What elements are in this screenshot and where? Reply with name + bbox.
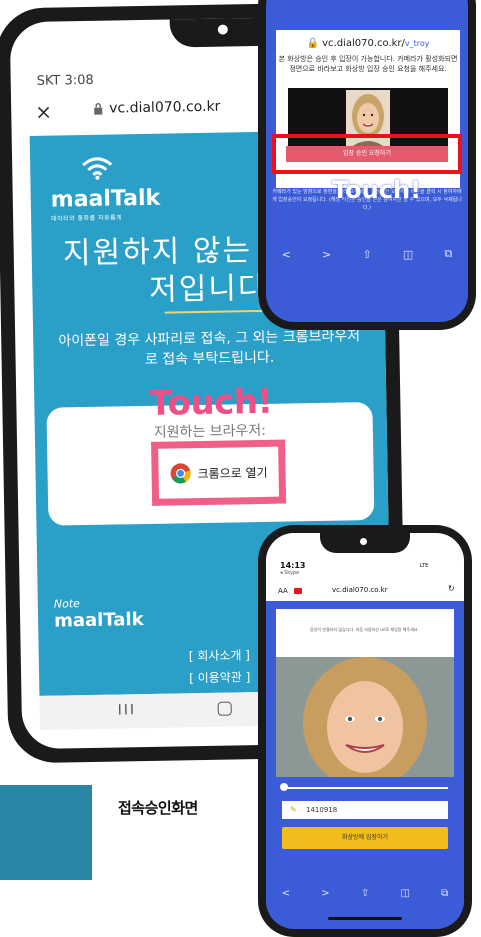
reload-icon[interactable]: ↻ (448, 584, 455, 593)
iphone-request-phone: 🔒 vc.dial070.co.kr/v_troy 본 화상방은 승인 후 입장… (258, 0, 476, 330)
enter-room-button[interactable]: 화상방에 입장하기 (282, 827, 448, 849)
status-bar-time: SKT 3:08 (36, 72, 94, 89)
wifi-icon (82, 157, 113, 180)
company-intro-link[interactable]: [ 회사소개 ] (189, 644, 251, 667)
home-indicator (328, 917, 402, 920)
lock-icon (94, 103, 103, 115)
iphone-instruction: 아이폰일 경우 사파리로 접속, 그 외는 크롬브라우저 로 접속 부탁드립니다… (13, 325, 392, 372)
decorative-block (0, 785, 92, 880)
tabs-icon[interactable]: ⧉ (444, 247, 452, 261)
iphone-notch (320, 533, 410, 553)
footer-brand: maalTalk (53, 609, 144, 632)
camera-recording-icon (294, 588, 302, 594)
iphone-request-screen: 🔒 vc.dial070.co.kr/v_troy 본 화상방은 승인 후 입장… (266, 0, 468, 322)
volume-slider-knob[interactable] (280, 783, 288, 791)
logo-brand: maalTalk (50, 185, 161, 213)
logo-subtitle: 데이터와 통화를 자유롭게 (51, 214, 123, 223)
forward-icon[interactable]: > (322, 248, 331, 261)
note-maaltalk-logo: Note maalTalk (53, 596, 144, 632)
text-size-button[interactable]: AA (278, 587, 288, 595)
back-icon[interactable]: < (282, 248, 291, 261)
room-code-field[interactable]: ✎ 1410918 (282, 801, 448, 819)
divider (164, 309, 265, 314)
iphone-approved-screen: 14:13 ◂ Skype LTE AA vc.dial070.co.kr ↻ … (266, 533, 464, 929)
room-url-host: vc.dial070.co.kr/ (322, 38, 405, 49)
maaltalk-logo: maalTalk 데이터와 통화를 자유롭게 (50, 154, 161, 223)
back-icon[interactable]: < (282, 888, 290, 899)
safari-header: 14:13 ◂ Skype LTE AA vc.dial070.co.kr ↻ (266, 533, 464, 601)
volume-slider-track[interactable] (282, 787, 448, 789)
recent-apps-icon[interactable]: III (118, 702, 137, 718)
close-icon[interactable]: × (35, 100, 52, 124)
status-bar-time: 14:13 (280, 561, 306, 570)
approval-screen-caption: 접속승인화면 (118, 799, 198, 817)
share-icon[interactable]: ⇧ (362, 248, 371, 261)
room-url-path: v_troy (404, 39, 430, 48)
safari-toolbar: < > ⇧ ◫ ⧉ (266, 240, 468, 268)
iphone-approved-phone: 14:13 ◂ Skype LTE AA vc.dial070.co.kr ↻ … (258, 525, 472, 937)
chrome-icon (170, 463, 191, 484)
open-in-chrome-label: 크롬으로 열기 (197, 465, 268, 481)
camera-icon (360, 538, 367, 545)
open-in-chrome-button[interactable]: 크롬으로 열기 (151, 439, 287, 506)
back-to-skype-link[interactable]: ◂ Skype (280, 570, 299, 576)
camera-video-feed (276, 657, 454, 777)
request-approval-button[interactable]: 입장 승인 요청하기 (286, 146, 448, 162)
share-icon[interactable]: ⇧ (361, 888, 369, 899)
touch-callout: Touch! (332, 176, 422, 204)
touch-callout: Touch! (149, 381, 273, 424)
page: SKT 3:08 × vc.dial070.co.kr maalTalk 데이터… (0, 0, 481, 937)
signal-indicator: LTE (420, 563, 429, 569)
request-highlight-box: 입장 승인 요청하기 (272, 134, 462, 174)
approval-message: 본 화상방은 승인 후 입장이 가능합니다. 카메라가 활성화되면 정면으로 바… (278, 55, 458, 73)
room-url: 🔒 vc.dial070.co.kr/v_troy (276, 38, 460, 49)
url-text[interactable]: vc.dial070.co.kr (332, 586, 388, 594)
bookmarks-icon[interactable]: ◫ (403, 248, 413, 261)
bookmarks-icon[interactable]: ◫ (400, 888, 409, 899)
message-box: 음성이 연결하지 않습니다. 처음 사용하신 url로 재입장 해주세요. (276, 609, 454, 657)
url-text[interactable]: vc.dial070.co.kr (109, 99, 220, 117)
lock-icon: 🔒 (306, 38, 319, 49)
terms-link[interactable]: [ 이용약관 ] (189, 666, 251, 689)
tabs-icon[interactable]: ⧉ (441, 888, 448, 899)
pencil-icon: ✎ (290, 805, 297, 814)
status-message: 음성이 연결하지 않습니다. 처음 사용하신 url로 재입장 해주세요. (310, 627, 419, 632)
camera-icon (217, 24, 228, 35)
safari-toolbar: < > ⇧ ◫ ⧉ (266, 881, 464, 905)
room-code-value: 1410918 (306, 806, 338, 814)
home-icon[interactable] (217, 701, 232, 716)
forward-icon[interactable]: > (321, 888, 329, 899)
footer-links: [ 회사소개 ] [ 이용약관 ] (189, 644, 251, 689)
